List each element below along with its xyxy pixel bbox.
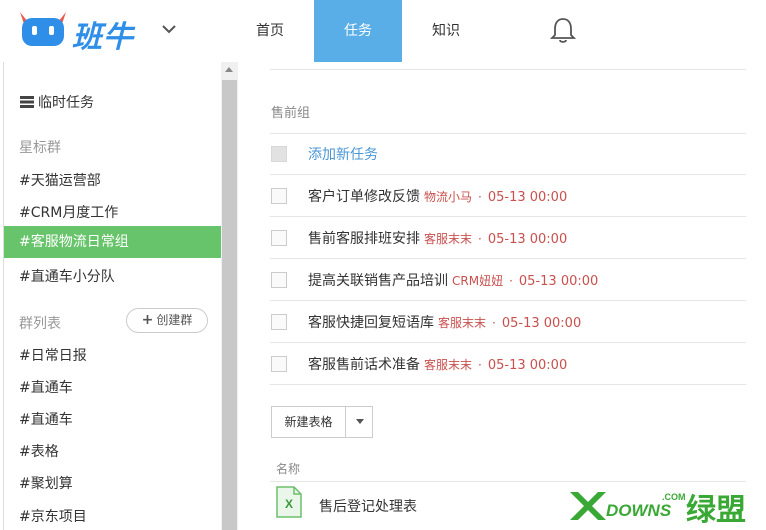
task-title[interactable]: 售前客服排班安排 xyxy=(308,231,420,247)
main-nav: 首页 任务 知识 xyxy=(226,0,490,62)
task-assignee: 客服末末 xyxy=(438,316,487,330)
caret-down-icon[interactable] xyxy=(356,419,364,424)
task-title[interactable]: 客服售前话术准备 xyxy=(308,357,420,373)
brand-name[interactable]: 班牛 xyxy=(72,12,134,56)
task-assignee: 客服末末 xyxy=(424,232,473,246)
sidebar-item-group[interactable]: #直通车 xyxy=(4,377,222,397)
section-starred: 星标群 xyxy=(19,140,61,156)
nav-tasks[interactable]: 任务 xyxy=(314,0,402,62)
add-task-row[interactable]: 添加新任务 xyxy=(271,133,746,175)
new-table-button[interactable]: 新建表格 xyxy=(272,407,346,437)
add-task-checkbox xyxy=(271,146,287,162)
task-title[interactable]: 客户订单修改反馈 xyxy=(308,189,420,205)
separator-dot: · xyxy=(509,274,513,288)
bell-icon[interactable] xyxy=(550,16,576,44)
task-row[interactable]: 客服快捷回复短语库 客服末末 · 05-13 00:00 xyxy=(271,301,746,343)
logo-icon[interactable] xyxy=(16,8,70,48)
top-header: 班牛 首页 任务 知识 xyxy=(0,0,766,62)
task-panel: 售前组 添加新任务 客户订单修改反馈 物流小马 · 05-13 00:00 售前客服排… xyxy=(238,62,766,530)
file-name[interactable]: 售后登记处理表 xyxy=(319,496,417,516)
task-title[interactable]: 客服快捷回复短语库 xyxy=(308,315,434,331)
scrollbar-thumb[interactable] xyxy=(222,80,237,530)
new-table-split-button: 新建表格 xyxy=(271,406,373,438)
nav-knowledge[interactable]: 知识 xyxy=(402,0,490,62)
task-due: 05-13 00:00 xyxy=(518,274,599,289)
sidebar-item-group[interactable]: #日常日报 xyxy=(4,345,222,365)
sidebar-item-starred[interactable]: #天猫运营部 xyxy=(4,170,222,190)
sidebar-item-group[interactable]: #表格 xyxy=(4,441,222,461)
svg-text:X: X xyxy=(285,497,293,511)
task-row[interactable]: 售前客服排班安排 客服末末 · 05-13 00:00 xyxy=(271,217,746,259)
task-assignee: CRM妞妞 xyxy=(452,274,504,288)
watermark-text: DOWNS xyxy=(606,501,672,520)
plus-icon: + xyxy=(141,312,154,328)
sidebar: 临时任务 星标群 #天猫运营部 #CRM月度工作 #客服物流日常组 #直通车小分… xyxy=(3,62,222,530)
task-row[interactable]: 提高关联销售产品培训 CRM妞妞 · 05-13 00:00 xyxy=(271,259,746,301)
watermark-cn: 绿盟 xyxy=(686,493,746,528)
divider xyxy=(270,384,746,385)
task-checkbox[interactable] xyxy=(271,188,287,204)
sidebar-item-starred[interactable]: #直通车小分队 xyxy=(4,266,222,286)
divider xyxy=(270,481,746,482)
task-due: 05-13 00:00 xyxy=(501,316,582,331)
divider xyxy=(270,69,746,70)
add-task-link[interactable]: 添加新任务 xyxy=(308,144,378,164)
task-title[interactable]: 提高关联销售产品培训 xyxy=(308,273,448,289)
task-row[interactable]: 客户订单修改反馈 物流小马 · 05-13 00:00 xyxy=(271,175,746,217)
scroll-up-arrow-icon[interactable] xyxy=(225,67,233,72)
sidebar-item-group[interactable]: #直通车 xyxy=(4,409,222,429)
task-assignee: 客服末末 xyxy=(424,358,473,372)
watermark-small: .COM xyxy=(662,492,686,502)
chevron-down-icon[interactable] xyxy=(160,20,178,38)
sidebar-item-group[interactable]: #聚划算 xyxy=(4,473,222,493)
separator-dot: · xyxy=(478,190,482,204)
sidebar-scrollbar[interactable] xyxy=(221,62,238,530)
task-due: 05-13 00:00 xyxy=(487,190,568,205)
sidebar-item-temp-tasks[interactable]: 临时任务 xyxy=(4,92,222,112)
task-checkbox[interactable] xyxy=(271,356,287,372)
task-checkbox[interactable] xyxy=(271,314,287,330)
separator-dot: · xyxy=(492,316,496,330)
sidebar-item-starred[interactable]: #CRM月度工作 xyxy=(4,202,222,222)
separator-dot: · xyxy=(478,232,482,246)
list-icon xyxy=(20,96,34,108)
task-assignee: 物流小马 xyxy=(424,190,473,204)
excel-file-icon: X xyxy=(276,486,302,518)
task-row[interactable]: 客服售前话术准备 客服末末 · 05-13 00:00 xyxy=(271,343,746,385)
sidebar-item-starred-active[interactable]: #客服物流日常组 xyxy=(4,226,222,258)
sidebar-item-group[interactable]: #京东项目 xyxy=(4,506,222,526)
downsz-watermark-logo: DOWNS .COM 绿盟 xyxy=(570,492,746,528)
task-checkbox[interactable] xyxy=(271,272,287,288)
nav-home[interactable]: 首页 xyxy=(226,0,314,62)
sidebar-item-label: 临时任务 xyxy=(38,95,94,111)
separator-dot: · xyxy=(478,358,482,372)
group-title: 售前组 xyxy=(271,106,311,121)
column-header-name: 名称 xyxy=(276,462,301,476)
create-group-button[interactable]: + 创建群 xyxy=(126,308,208,333)
task-due: 05-13 00:00 xyxy=(487,358,568,373)
task-due: 05-13 00:00 xyxy=(487,232,568,247)
task-checkbox[interactable] xyxy=(271,230,287,246)
